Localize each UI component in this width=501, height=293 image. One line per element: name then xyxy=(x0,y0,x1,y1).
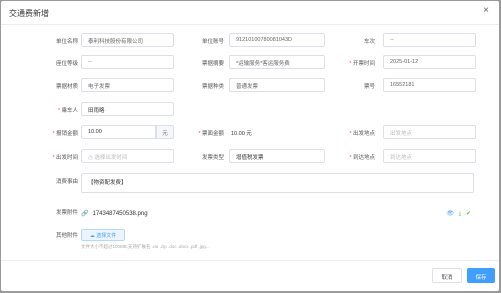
arrival-label-text: 到达地点 xyxy=(352,155,375,161)
unit-name-label: 单位名称 xyxy=(55,39,78,45)
upload-tip: 文件大小不超过100MB,支持扩展名 .rar .zip .doc .docx … xyxy=(81,244,210,249)
departure-label-text: 出发地点 xyxy=(352,131,375,137)
form-row-1: 单位名称 泰利科技股份有限公司 单位账号 91210100780081043D … xyxy=(1,33,499,49)
doc-amount-value: 10.00 元 xyxy=(231,131,252,137)
form-row-5: * 报销金额 10.00 元 * 票面金额 10.00 元 * 出发地点 出发地… xyxy=(1,125,499,141)
paperclip-icon: 🔗 xyxy=(81,211,89,217)
reason-textarea[interactable]: 【物资配发费】 xyxy=(81,173,474,193)
doc-type-field[interactable]: 普通发票 xyxy=(229,78,325,92)
unit-account-label: 单位账号 xyxy=(201,39,224,45)
invoice-file-link[interactable]: 🔗 1743487450538.png xyxy=(81,210,148,217)
reimburse-amount-label: * 报销金额 xyxy=(52,131,78,137)
close-icon[interactable]: × xyxy=(483,6,489,16)
view-icon[interactable]: 👁 xyxy=(446,211,454,217)
doc-material-field[interactable]: 电子发票 xyxy=(81,78,174,92)
seat-level-label: 座位等级 xyxy=(55,61,78,67)
vehicle-no-label: 车次 xyxy=(363,39,375,45)
doc-no-field[interactable]: 16552181 xyxy=(383,78,476,92)
traffic-expense-dialog: 交通费新增 × 单位名称 泰利科技股份有限公司 单位账号 91210100780… xyxy=(1,1,499,291)
unit-name-field[interactable]: 泰利科技股份有限公司 xyxy=(81,33,174,47)
reason-label: 消费事由 xyxy=(55,179,78,185)
other-attachment-label: 其他附件 xyxy=(55,233,78,239)
reimburse-amount-unit: 元 xyxy=(156,125,174,139)
form-row-2: 座位等级 -- 票据摘要 *运输服务*客运服务费 * 开票时间 2025-01-… xyxy=(1,55,499,71)
download-icon[interactable]: ⤓ xyxy=(459,211,462,217)
arrival-label: * 到达地点 xyxy=(349,155,375,161)
seat-level-field[interactable]: -- xyxy=(81,55,174,69)
passenger-label: * 乘车人 xyxy=(57,108,78,114)
dialog-header: 交通费新增 × xyxy=(1,1,499,25)
departure-field[interactable]: 出发地点 xyxy=(383,125,476,139)
depart-time-field[interactable]: ◷ 选择出发时间 xyxy=(81,149,174,163)
issue-date-label: * 开票时间 xyxy=(349,61,375,67)
doc-summary-label: 票据摘要 xyxy=(201,61,224,67)
form-row-6: * 出发时间 ◷ 选择出发时间 发票类型 增值税发票 * 到达地点 到达地点 xyxy=(1,149,499,165)
doc-type-label: 票据种类 xyxy=(201,84,224,90)
check-circle-icon: ✔ xyxy=(465,211,471,217)
form-row-4: * 乘车人 田雨略 xyxy=(1,102,499,118)
choose-file-label: 选择文件 xyxy=(96,233,117,239)
issue-date-label-text: 开票时间 xyxy=(352,61,375,67)
invoice-file-actions: 👁 ⤓ ✔ xyxy=(443,210,471,218)
depart-time-label: * 出发时间 xyxy=(52,155,78,161)
invoice-type-field[interactable]: 增值税发票 xyxy=(229,149,325,163)
doc-material-label: 票据材质 xyxy=(55,84,78,90)
arrival-field[interactable]: 到达地点 xyxy=(383,149,476,163)
form-row-3: 票据材质 电子发票 票据种类 普通发票 票号 16552181 xyxy=(1,78,499,94)
depart-time-label-text: 出发时间 xyxy=(55,155,78,161)
doc-no-label: 票号 xyxy=(363,84,375,90)
depart-time-placeholder: 选择出发时间 xyxy=(94,155,128,161)
doc-summary-field[interactable]: *运输服务*客运服务费 xyxy=(229,55,325,69)
choose-file-button[interactable]: ☁ 选择文件 xyxy=(81,229,125,241)
save-button[interactable]: 保存 xyxy=(467,268,495,283)
invoice-type-label: 发票类型 xyxy=(201,155,224,161)
departure-label: * 出发地点 xyxy=(349,131,375,137)
invoice-attachment-label: 发票附件 xyxy=(55,210,78,216)
reimburse-amount-field[interactable]: 10.00 xyxy=(81,125,156,139)
unit-account-field[interactable]: 91210100780081043D xyxy=(229,33,325,47)
doc-amount-label: * 票面金额 xyxy=(198,131,224,137)
invoice-file-name: 1743487450538.png xyxy=(92,211,148,217)
reimburse-amount-label-text: 报销金额 xyxy=(55,131,78,137)
cancel-button[interactable]: 取消 xyxy=(432,268,462,283)
passenger-field[interactable]: 田雨略 xyxy=(81,102,174,116)
doc-amount-label-text: 票面金额 xyxy=(201,131,224,137)
vehicle-no-field[interactable]: -- xyxy=(383,33,476,47)
footer-divider xyxy=(1,260,499,261)
dialog-title: 交通费新增 xyxy=(9,9,49,18)
passenger-label-text: 乘车人 xyxy=(61,108,78,114)
issue-date-field[interactable]: 2025-01-12 xyxy=(383,55,476,69)
